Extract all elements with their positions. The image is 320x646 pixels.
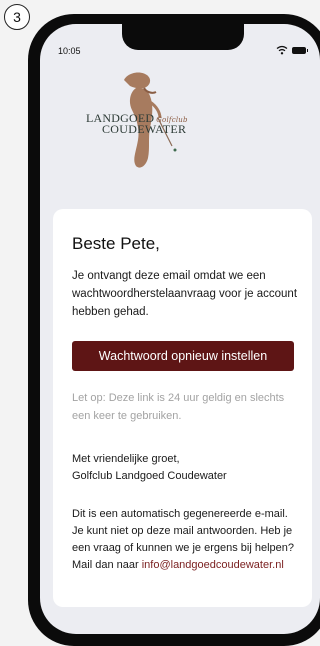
email-signoff: Met vriendelijke groet, Golfclub Landgoe… — [72, 451, 298, 485]
logo-line2: COUDEWATER — [102, 122, 187, 136]
signoff-greeting: Met vriendelijke groet, — [72, 453, 180, 465]
signoff-sender: Golfclub Landgoed Coudewater — [72, 470, 227, 482]
reset-password-button[interactable]: Wachtwoord opnieuw instellen — [72, 341, 294, 371]
link-validity-note: Let op: Deze link is 24 uur geldig en sl… — [72, 392, 285, 422]
automated-message: Dit is een automatisch gegenereerde e-ma… — [72, 506, 302, 574]
wifi-icon — [276, 45, 288, 55]
email-greeting: Beste Pete, — [72, 234, 160, 253]
email-intro: Je ontvangt deze email omdat we een wach… — [72, 270, 298, 318]
status-icons — [276, 45, 308, 55]
battery-icon — [292, 46, 308, 54]
step-number-badge: 3 — [4, 4, 30, 30]
email-card: Beste Pete, Je ontvangt deze email omdat… — [53, 209, 312, 607]
phone-notch — [122, 24, 244, 50]
step-number: 3 — [13, 9, 21, 25]
status-time: 10:05 — [58, 46, 81, 56]
club-logo: LANDGOED Golfclub COUDEWATER — [80, 62, 210, 172]
contact-email-link[interactable]: info@landgoedcoudewater.nl — [142, 559, 284, 571]
